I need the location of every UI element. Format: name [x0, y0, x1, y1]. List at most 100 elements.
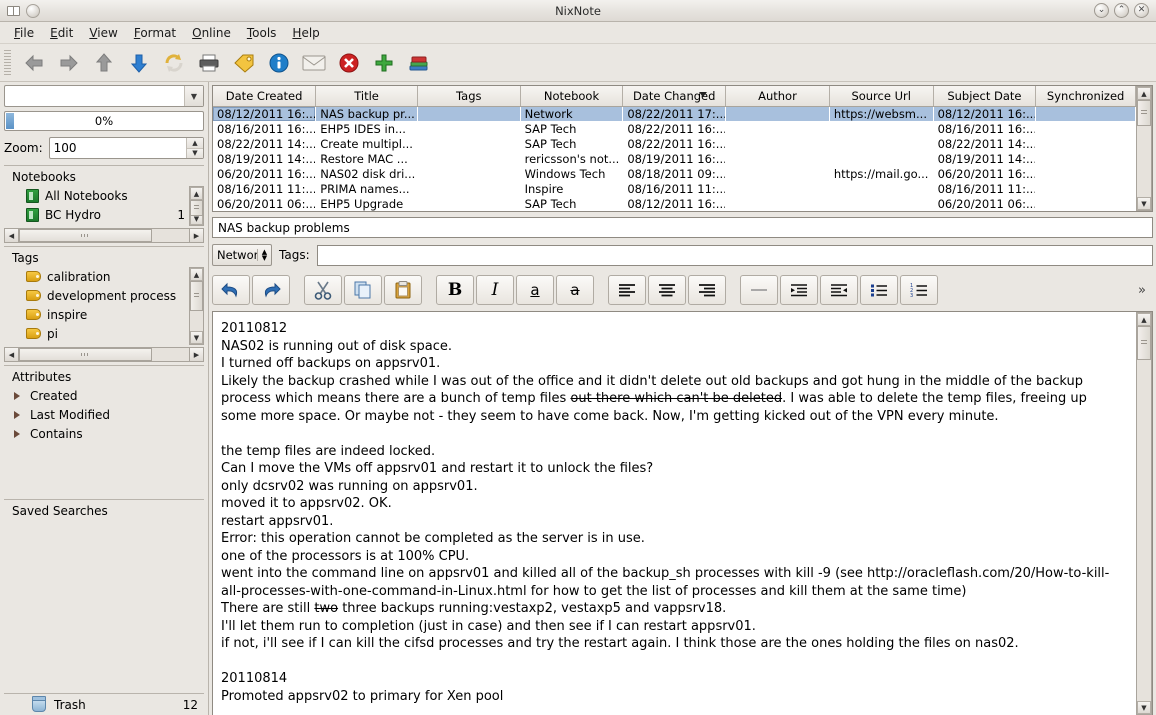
scroll-down-icon[interactable]: ▼	[190, 331, 203, 344]
scroll-track[interactable]	[1137, 326, 1151, 701]
zoom-down-icon[interactable]: ▼	[187, 149, 203, 159]
sidebar-item-inspire[interactable]: inspire	[4, 305, 189, 324]
zoom-up-icon[interactable]: ▲	[187, 138, 203, 149]
table-row[interactable]: 08/19/2011 14:... Restore MAC ... rerics…	[213, 151, 1136, 166]
menu-file[interactable]: File	[6, 24, 42, 42]
scroll-track[interactable]	[19, 347, 189, 362]
menu-help[interactable]: Help	[284, 24, 327, 42]
table-row[interactable]: 08/16/2011 11:... PRIMA names... Inspire…	[213, 181, 1136, 196]
horizontal-rule-icon[interactable]	[740, 275, 778, 305]
notebook-icon[interactable]	[402, 48, 435, 78]
bullet-list-icon[interactable]	[860, 275, 898, 305]
tags-hscrollbar[interactable]: ◀ ▶	[4, 347, 204, 362]
menu-format[interactable]: Format	[126, 24, 184, 42]
scroll-left-icon[interactable]: ◀	[4, 228, 19, 243]
chevron-right-icon[interactable]	[14, 430, 20, 438]
scroll-right-icon[interactable]: ▶	[189, 228, 204, 243]
underline-icon[interactable]: a	[516, 275, 554, 305]
bold-icon[interactable]: B	[436, 275, 474, 305]
scroll-up-icon[interactable]: ▲	[190, 187, 203, 200]
print-icon[interactable]	[192, 48, 225, 78]
menu-tools[interactable]: Tools	[239, 24, 285, 42]
sidebar-item-development-process[interactable]: development process	[4, 286, 189, 305]
chevron-right-icon[interactable]	[14, 392, 20, 400]
scroll-down-icon[interactable]: ▼	[1137, 197, 1151, 210]
table-row[interactable]: 08/12/2011 16:... NAS backup pr... Netwo…	[213, 106, 1136, 121]
note-editor[interactable]: 20110812NAS02 is running out of disk spa…	[212, 311, 1153, 715]
sidebar-item-last-modified[interactable]: Last Modified	[4, 405, 204, 424]
sidebar-item-calibration[interactable]: calibration	[4, 267, 189, 286]
note-title-input[interactable]: NAS backup problems	[212, 217, 1153, 238]
forward-icon[interactable]	[52, 48, 85, 78]
note-list[interactable]: Date Created Title Tags Notebook Date Ch…	[212, 85, 1153, 212]
indent-icon[interactable]	[780, 275, 818, 305]
scroll-down-icon[interactable]: ▼	[1137, 701, 1151, 714]
numbered-list-icon[interactable]: 123	[900, 275, 938, 305]
scroll-track[interactable]	[1137, 100, 1151, 197]
table-row[interactable]: 08/16/2011 16:... EHP5 IDES in... SAP Te…	[213, 121, 1136, 136]
down-arrow-icon[interactable]	[122, 48, 155, 78]
undo-icon[interactable]	[212, 275, 250, 305]
strikethrough-icon[interactable]: a	[556, 275, 594, 305]
window-menu-icon[interactable]	[7, 6, 20, 16]
table-row[interactable]: 06/20/2011 06:... EHP5 Upgrade SAP Tech …	[213, 196, 1136, 211]
toolbar-overflow-icon[interactable]: »	[1138, 283, 1153, 298]
scroll-thumb[interactable]	[1137, 326, 1151, 360]
search-input[interactable]	[5, 86, 184, 106]
sidebar-item-contains[interactable]: Contains	[4, 424, 204, 443]
menu-online[interactable]: Online	[184, 24, 239, 42]
sidebar-item-all-notebooks[interactable]: All Notebooks	[4, 186, 189, 205]
maximize-button[interactable]: ⌃	[1114, 3, 1129, 18]
sync-icon[interactable]	[157, 48, 190, 78]
copy-icon[interactable]	[344, 275, 382, 305]
scroll-right-icon[interactable]: ▶	[189, 347, 204, 362]
outdent-icon[interactable]	[820, 275, 858, 305]
scroll-up-icon[interactable]: ▲	[1137, 313, 1151, 326]
scroll-up-icon[interactable]: ▲	[190, 268, 203, 281]
scroll-thumb[interactable]	[190, 200, 203, 216]
email-icon[interactable]	[297, 48, 330, 78]
back-icon[interactable]	[17, 48, 50, 78]
note-list-scrollbar[interactable]: ▲ ▼	[1136, 86, 1152, 211]
scroll-track[interactable]	[190, 200, 203, 212]
table-row[interactable]: 08/22/2011 14:... Create multipl... SAP …	[213, 136, 1136, 151]
column-header-subject-date[interactable]: Subject Date	[933, 86, 1036, 106]
stepper-icon[interactable]: ▲▼	[257, 249, 271, 261]
sidebar-item-pi[interactable]: pi	[4, 324, 189, 343]
align-center-icon[interactable]	[648, 275, 686, 305]
tags-scrollbar[interactable]: ▲ ▼	[189, 267, 204, 345]
tag-icon[interactable]	[227, 48, 260, 78]
column-header-date-changed[interactable]: Date Changed	[623, 86, 726, 106]
window-shade-icon[interactable]	[26, 4, 40, 18]
add-icon[interactable]	[367, 48, 400, 78]
sidebar-item-created[interactable]: Created	[4, 386, 204, 405]
search-combo[interactable]: ▼	[4, 85, 204, 107]
paste-icon[interactable]	[384, 275, 422, 305]
notebooks-scrollbar[interactable]: ▲ ▼	[189, 186, 204, 226]
column-header-synchronized[interactable]: Synchronized	[1036, 86, 1136, 106]
scroll-track[interactable]	[19, 228, 189, 243]
info-icon[interactable]	[262, 48, 295, 78]
column-header-source-url[interactable]: Source Url	[829, 86, 933, 106]
align-left-icon[interactable]	[608, 275, 646, 305]
column-header-notebook[interactable]: Notebook	[520, 86, 623, 106]
tags-input[interactable]	[317, 245, 1153, 266]
editor-scrollbar[interactable]: ▲ ▼	[1136, 312, 1152, 715]
redo-icon[interactable]	[252, 275, 290, 305]
scroll-up-icon[interactable]: ▲	[1137, 87, 1151, 100]
cut-icon[interactable]	[304, 275, 342, 305]
table-row[interactable]: 06/20/2011 16:... NAS02 disk dri... Wind…	[213, 166, 1136, 181]
column-header-title[interactable]: Title	[316, 86, 418, 106]
menu-view[interactable]: View	[81, 24, 125, 42]
minimize-button[interactable]: ⌄	[1094, 3, 1109, 18]
scroll-thumb[interactable]	[1137, 100, 1151, 126]
scroll-thumb[interactable]	[19, 348, 152, 361]
delete-icon[interactable]	[332, 48, 365, 78]
note-body-text[interactable]: 20110812NAS02 is running out of disk spa…	[213, 312, 1136, 715]
chevron-down-icon[interactable]: ▼	[184, 86, 203, 106]
notebook-select[interactable]: Networl ▲▼	[212, 244, 272, 266]
sidebar-item-bc-hydro[interactable]: BC Hydro 1	[4, 205, 189, 224]
up-arrow-icon[interactable]	[87, 48, 120, 78]
zoom-value[interactable]: 100	[50, 138, 186, 158]
scroll-left-icon[interactable]: ◀	[4, 347, 19, 362]
